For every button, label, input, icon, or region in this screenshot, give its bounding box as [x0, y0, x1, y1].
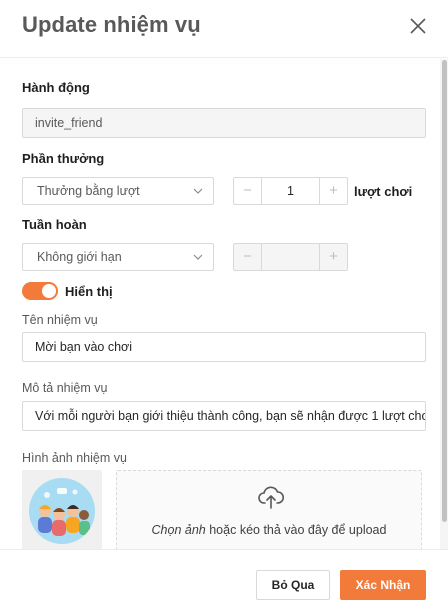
reward-amount-stepper[interactable]: − 1 + [233, 177, 348, 205]
cycle-amount-value[interactable] [262, 244, 319, 270]
upload-hint: Chọn ảnh hoặc kéo thả vào đây để upload [117, 523, 421, 537]
visible-label: Hiển thị [65, 284, 113, 299]
task-name-label: Tên nhiệm vụ [22, 313, 98, 327]
upload-hint-rest: hoặc kéo thả vào đây để upload [209, 523, 387, 537]
reward-unit: lượt chơi [354, 184, 413, 199]
increment-button[interactable]: + [319, 178, 347, 204]
toggle-knob [42, 284, 56, 298]
reward-amount-value[interactable]: 1 [262, 178, 319, 204]
increment-button[interactable]: + [319, 244, 347, 270]
update-task-modal: Update nhiệm vụ Hành động invite_friend … [0, 0, 448, 611]
chevron-down-icon [193, 188, 203, 194]
task-description-input[interactable]: Với mỗi người bạn giới thiệu thành công,… [22, 401, 426, 431]
task-name-input[interactable]: Mời bạn vào chơi [22, 332, 426, 362]
decrement-button[interactable]: − [234, 244, 262, 270]
action-label: Hành động [22, 80, 90, 95]
confirm-button[interactable]: Xác Nhận [340, 570, 426, 600]
cycle-type-value: Không giới hạn [37, 250, 122, 264]
scrollbar-thumb[interactable] [442, 60, 447, 522]
task-image-picture [29, 478, 95, 544]
cycle-type-select[interactable]: Không giới hạn [22, 243, 214, 271]
task-image-thumbnail [22, 470, 102, 550]
reward-type-value: Thưởng bằng lượt [37, 184, 140, 198]
cancel-button[interactable]: Bỏ Qua [256, 570, 330, 600]
close-icon[interactable] [406, 14, 430, 38]
upload-hint-emphasis: Chọn ảnh [151, 523, 206, 537]
modal-header: Update nhiệm vụ [0, 0, 448, 58]
modal-footer: Bỏ Qua Xác Nhận [0, 549, 448, 611]
reward-type-select[interactable]: Thưởng bằng lượt [22, 177, 214, 205]
task-image-label: Hình ảnh nhiệm vụ [22, 451, 127, 465]
action-field: invite_friend [22, 108, 426, 138]
task-description-label: Mô tả nhiệm vụ [22, 381, 108, 395]
cloud-upload-icon [258, 486, 285, 509]
chevron-down-icon [193, 254, 203, 260]
visible-toggle[interactable] [22, 282, 58, 300]
decrement-button[interactable]: − [234, 178, 262, 204]
modal-title: Update nhiệm vụ [22, 12, 201, 37]
cycle-label: Tuần hoàn [22, 217, 87, 232]
reward-label: Phần thưởng [22, 151, 105, 166]
cycle-amount-stepper[interactable]: − + [233, 243, 348, 271]
image-upload-dropzone[interactable]: Chọn ảnh hoặc kéo thả vào đây để upload [116, 470, 422, 552]
